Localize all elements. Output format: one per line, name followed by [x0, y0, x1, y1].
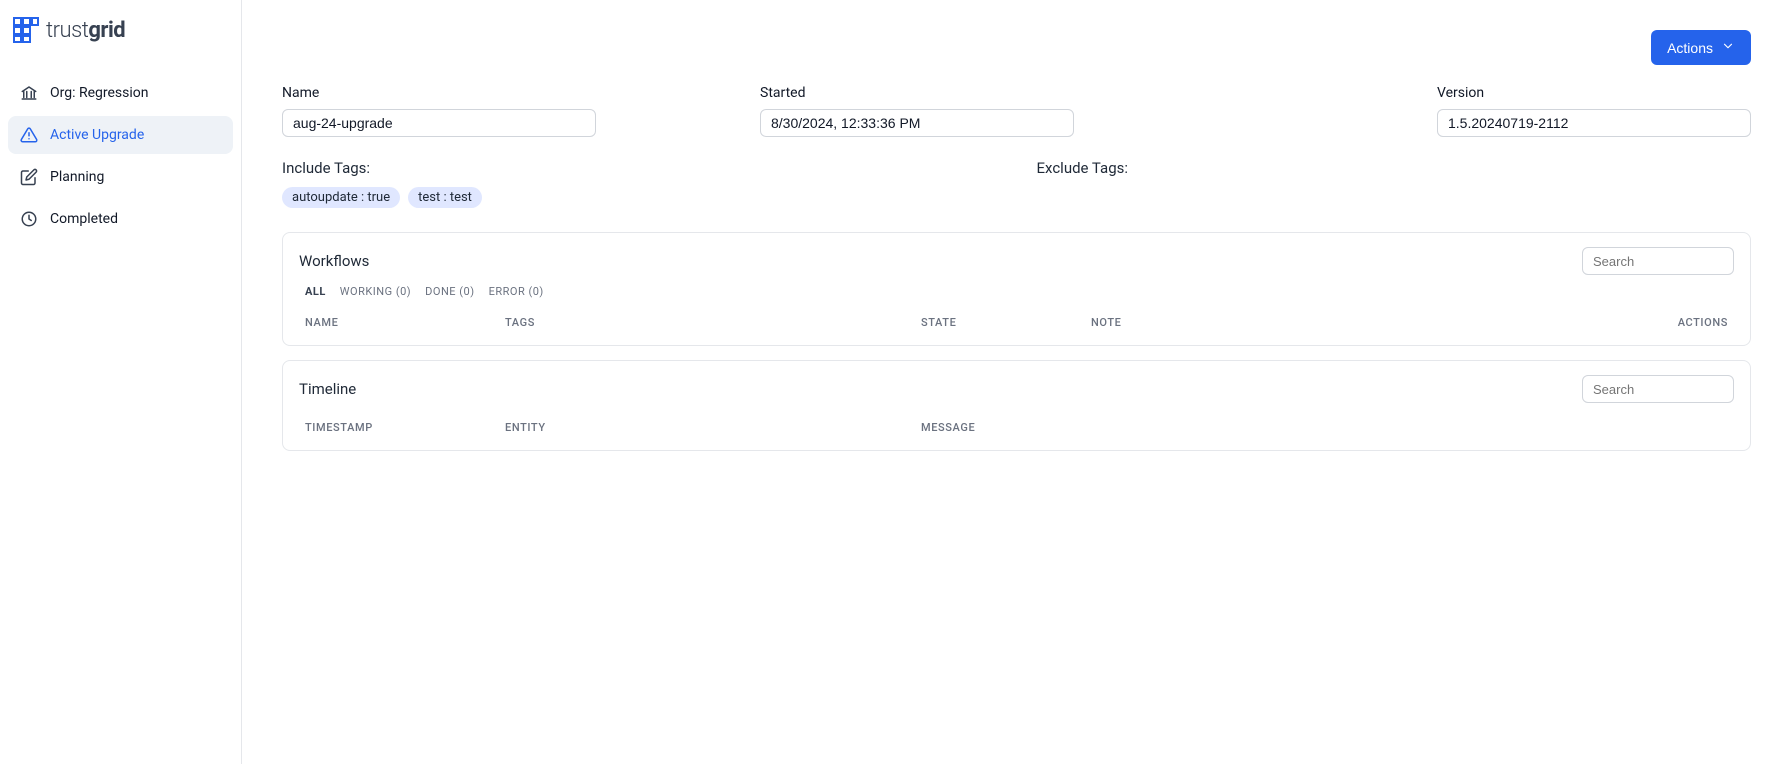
col-tags[interactable]: TAGS	[505, 316, 921, 329]
col-actions[interactable]: ACTIONS	[1648, 316, 1728, 329]
fields-row: Name Started Version	[282, 85, 1751, 137]
col-note[interactable]: NOTE	[1091, 316, 1648, 329]
field-started: Started	[760, 85, 1074, 137]
field-version: Version	[1437, 85, 1751, 137]
started-input[interactable]	[760, 109, 1074, 137]
actions-button-label: Actions	[1667, 40, 1713, 56]
col-message[interactable]: MESSAGE	[921, 421, 1728, 434]
alert-triangle-icon	[20, 126, 38, 144]
version-input[interactable]	[1437, 109, 1751, 137]
field-name: Name	[282, 85, 596, 137]
main-content: Actions Name Started Version Inclu	[242, 0, 1781, 764]
edit-icon	[20, 168, 38, 186]
subtab-working[interactable]: WORKING (0)	[340, 285, 411, 298]
sidebar-item-planning[interactable]: Planning	[8, 158, 233, 196]
topbar: Actions	[282, 30, 1751, 65]
tag-chip[interactable]: autoupdate : true	[282, 187, 400, 208]
name-label: Name	[282, 85, 596, 101]
workflows-search[interactable]	[1582, 247, 1734, 275]
logo[interactable]: trustgrid	[8, 10, 233, 66]
timeline-title: Timeline	[299, 380, 356, 398]
sidebar-item-label: Active Upgrade	[50, 127, 144, 143]
timeline-search[interactable]	[1582, 375, 1734, 403]
include-tags-label: Include Tags:	[282, 159, 997, 177]
sidebar-item-org[interactable]: Org: Regression	[8, 74, 233, 112]
subtab-error[interactable]: ERROR (0)	[489, 285, 544, 298]
actions-button[interactable]: Actions	[1651, 30, 1751, 65]
name-input[interactable]	[282, 109, 596, 137]
started-label: Started	[760, 85, 1074, 101]
sidebar-item-active-upgrade[interactable]: Active Upgrade	[8, 116, 233, 154]
sidebar-item-label: Planning	[50, 169, 104, 185]
subtab-done[interactable]: DONE (0)	[425, 285, 474, 298]
sidebar-nav: Org: Regression Active Upgrade Planning …	[8, 74, 233, 238]
timeline-thead: TIMESTAMP ENTITY MESSAGE	[283, 413, 1750, 450]
workflows-card: Workflows ALL WORKING (0) DONE (0) ERROR…	[282, 232, 1751, 346]
clock-icon	[20, 210, 38, 228]
timeline-card: Timeline TIMESTAMP ENTITY MESSAGE	[282, 360, 1751, 451]
tags-row: Include Tags: autoupdate : true test : t…	[282, 159, 1751, 208]
include-chips: autoupdate : true test : test	[282, 187, 997, 208]
timeline-header: Timeline	[283, 361, 1750, 413]
exclude-tags-label: Exclude Tags:	[1037, 159, 1752, 177]
workflows-title: Workflows	[299, 252, 369, 270]
version-label: Version	[1437, 85, 1751, 101]
col-timestamp[interactable]: TIMESTAMP	[305, 421, 505, 434]
logo-mark-icon	[12, 16, 40, 44]
sidebar-item-completed[interactable]: Completed	[8, 200, 233, 238]
workflows-thead: NAME TAGS STATE NOTE ACTIONS	[283, 308, 1750, 345]
workflows-subtabs: ALL WORKING (0) DONE (0) ERROR (0)	[283, 285, 1750, 308]
logo-text: trustgrid	[46, 18, 125, 43]
workflows-header: Workflows	[283, 233, 1750, 285]
col-name[interactable]: NAME	[305, 316, 505, 329]
sidebar: trustgrid Org: Regression Active Upgrade…	[0, 0, 242, 764]
chevron-down-icon	[1721, 39, 1735, 56]
tag-chip[interactable]: test : test	[408, 187, 482, 208]
sidebar-item-label: Org: Regression	[50, 85, 149, 101]
include-tags: Include Tags: autoupdate : true test : t…	[282, 159, 997, 208]
sidebar-item-label: Completed	[50, 211, 118, 227]
bank-icon	[20, 84, 38, 102]
col-entity[interactable]: ENTITY	[505, 421, 921, 434]
col-state[interactable]: STATE	[921, 316, 1091, 329]
exclude-tags: Exclude Tags:	[1037, 159, 1752, 208]
subtab-all[interactable]: ALL	[305, 285, 326, 298]
